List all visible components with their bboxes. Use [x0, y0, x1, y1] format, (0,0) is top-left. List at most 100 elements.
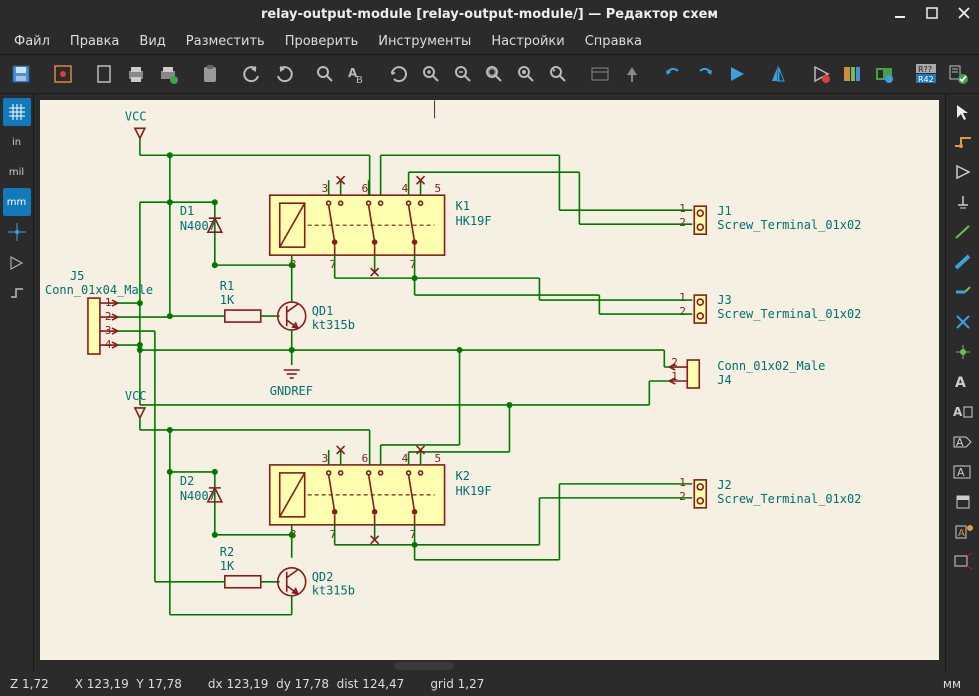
hidden-pins-toggle[interactable] — [3, 248, 31, 276]
val-J4: Conn_01x02_Male — [717, 359, 825, 373]
zoom-fit-icon[interactable] — [479, 59, 509, 89]
refresh-icon[interactable] — [384, 59, 414, 89]
ref-D2: D2 — [180, 474, 194, 488]
menu-help[interactable]: Справка — [577, 32, 650, 51]
add-hier-label-tool[interactable]: A — [949, 458, 977, 486]
undo-icon[interactable] — [237, 59, 267, 89]
add-wire-tool[interactable] — [949, 218, 977, 246]
add-bus-tool[interactable] — [949, 248, 977, 276]
schematic-setup-icon[interactable] — [48, 59, 78, 89]
svg-text:6: 6 — [362, 452, 369, 465]
mirror-icon[interactable] — [764, 59, 794, 89]
close-button[interactable] — [955, 4, 973, 22]
component-J4[interactable] — [687, 360, 699, 388]
redo-icon[interactable] — [269, 59, 299, 89]
right-toolbar: A A A A A — [945, 94, 979, 672]
find-replace-icon[interactable]: AB — [342, 59, 372, 89]
ref-K2: K2 — [456, 469, 470, 483]
add-symbol-tool[interactable] — [949, 158, 977, 186]
redo-zoom-icon[interactable] — [690, 59, 720, 89]
save-icon[interactable] — [6, 59, 36, 89]
val-R2: 1K — [220, 559, 235, 573]
paste-icon[interactable] — [195, 59, 225, 89]
component-J5[interactable] — [88, 298, 100, 354]
select-tool[interactable] — [949, 98, 977, 126]
menu-file[interactable]: Файл — [6, 32, 58, 51]
canvas-viewport[interactable]: VCC D1 N4007 — [34, 94, 945, 672]
add-noconnect-tool[interactable] — [949, 308, 977, 336]
menu-tools[interactable]: Инструменты — [370, 32, 479, 51]
ref-J4: J4 — [717, 373, 731, 387]
navigate-up-icon[interactable] — [617, 59, 647, 89]
component-R1[interactable] — [225, 310, 261, 322]
svg-text:5: 5 — [435, 452, 442, 465]
footprint-assign-icon[interactable] — [806, 59, 836, 89]
grid-toggle[interactable] — [3, 98, 31, 126]
import-sheet-pin-tool[interactable]: A — [949, 518, 977, 546]
component-J1[interactable] — [694, 206, 706, 234]
svg-text:1: 1 — [679, 291, 686, 304]
component-QD2[interactable] — [278, 568, 306, 596]
menubar: Файл Правка Вид Разместить Проверить Инс… — [0, 28, 979, 54]
component-R2[interactable] — [225, 576, 261, 588]
add-label-tool[interactable]: A — [949, 368, 977, 396]
svg-text:A: A — [955, 375, 966, 391]
plot-icon[interactable] — [153, 59, 183, 89]
cursor-shape-toggle[interactable] — [3, 218, 31, 246]
menu-view[interactable]: Вид — [131, 32, 173, 51]
titlebar: relay-output-module [relay-output-module… — [0, 0, 979, 28]
component-J3[interactable] — [694, 295, 706, 323]
unit-mm[interactable]: mm — [3, 188, 31, 216]
menu-place[interactable]: Разместить — [178, 32, 273, 51]
component-QD1[interactable] — [278, 302, 306, 330]
ref-R1: R1 — [220, 279, 234, 293]
symbol-editor-icon[interactable] — [838, 59, 868, 89]
maximize-button[interactable] — [923, 4, 941, 22]
val-K2: HK19F — [456, 484, 492, 498]
val-QD2: kt315b — [312, 584, 355, 598]
navigate-back-icon[interactable] — [585, 59, 615, 89]
print-icon[interactable] — [121, 59, 151, 89]
zoom-out-icon[interactable] — [448, 59, 478, 89]
run-simulator-icon[interactable] — [722, 59, 752, 89]
zoom-objects-icon[interactable] — [511, 59, 541, 89]
svg-text:2: 2 — [679, 305, 686, 318]
horizontal-scrollbar[interactable] — [394, 662, 454, 670]
zoom-selection-icon[interactable] — [543, 59, 573, 89]
svg-text:3: 3 — [322, 182, 329, 195]
find-icon[interactable] — [310, 59, 340, 89]
menu-edit[interactable]: Правка — [62, 32, 127, 51]
highlight-net-tool[interactable] — [949, 128, 977, 156]
schematic-canvas[interactable]: VCC D1 N4007 — [40, 100, 939, 660]
svg-text:B: B — [356, 75, 363, 85]
menu-inspect[interactable]: Проверить — [277, 32, 367, 51]
add-junction-tool[interactable] — [949, 338, 977, 366]
add-sheet-tool[interactable] — [949, 488, 977, 516]
add-global-label-tool[interactable]: A — [949, 428, 977, 456]
val-J1: Screw_Terminal_01x02 — [717, 218, 861, 232]
zoom-in-icon[interactable] — [416, 59, 446, 89]
undo-zoom-icon[interactable] — [659, 59, 689, 89]
page-settings-icon[interactable] — [90, 59, 120, 89]
svg-text:R??: R?? — [918, 65, 932, 74]
component-J2[interactable] — [694, 480, 706, 508]
svg-text:1: 1 — [679, 476, 686, 489]
annotate-icon[interactable]: R??R42 — [911, 59, 941, 89]
add-power-tool[interactable] — [949, 188, 977, 216]
unit-in[interactable]: in — [3, 128, 31, 156]
power-gndref[interactable] — [284, 370, 300, 378]
add-netclass-tool[interactable]: A — [949, 398, 977, 426]
menu-preferences[interactable]: Настройки — [483, 32, 572, 51]
unit-mil[interactable]: mil — [3, 158, 31, 186]
minimize-button[interactable] — [891, 4, 909, 22]
pcb-update-icon[interactable] — [869, 59, 899, 89]
ref-K1: K1 — [456, 199, 470, 213]
val-R1: 1K — [220, 293, 235, 307]
free-angle-toggle[interactable] — [3, 278, 31, 306]
component-K1[interactable] — [270, 195, 445, 255]
add-bus-entry-tool[interactable] — [949, 278, 977, 306]
erc-icon[interactable] — [943, 59, 973, 89]
svg-text:A: A — [956, 436, 964, 449]
component-K2[interactable] — [270, 465, 445, 525]
delete-tool[interactable] — [949, 548, 977, 576]
